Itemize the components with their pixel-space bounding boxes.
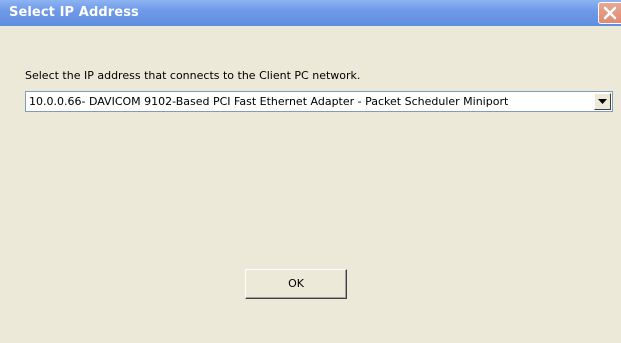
window-title: Select IP Address [9, 5, 139, 20]
ip-address-select-value: 10.0.0.66- DAVICOM 9102-Based PCI Fast E… [29, 95, 509, 108]
ok-button[interactable]: OK [245, 269, 347, 299]
close-icon [603, 6, 617, 20]
prompt-label: Select the IP address that connects to t… [25, 69, 361, 82]
select-ip-dialog: Select IP Address Select the IP address … [0, 0, 621, 343]
dropdown-button[interactable] [594, 93, 611, 110]
ip-address-select[interactable]: 10.0.0.66- DAVICOM 9102-Based PCI Fast E… [25, 91, 613, 112]
close-button[interactable] [598, 2, 621, 24]
title-bar[interactable]: Select IP Address [0, 0, 621, 26]
chevron-down-icon [598, 99, 607, 104]
